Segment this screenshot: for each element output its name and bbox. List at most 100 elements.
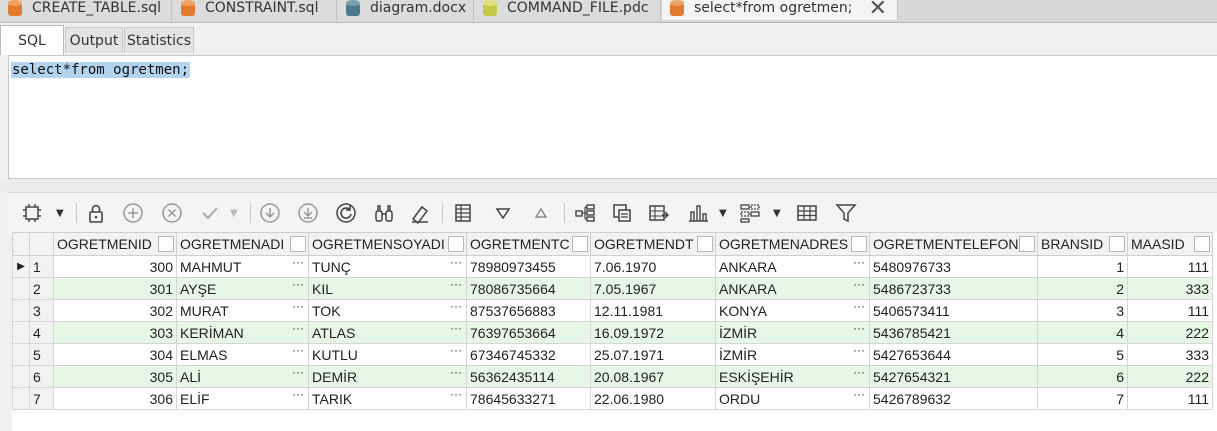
ellipsis-button[interactable]: ··· xyxy=(853,389,865,402)
table-cell[interactable]: ORDU ··· xyxy=(715,387,870,410)
table-cell[interactable]: ANKARA ··· xyxy=(715,255,870,278)
chevron-down-icon[interactable]: ▼ xyxy=(719,208,727,219)
chevron-down-icon[interactable]: ▼ xyxy=(230,208,238,219)
ellipsis-button[interactable]: ··· xyxy=(292,367,304,380)
column-filter-box[interactable] xyxy=(158,236,174,252)
column-filter-box[interactable] xyxy=(851,236,867,252)
table-icon[interactable] xyxy=(793,199,821,227)
lock-icon[interactable] xyxy=(82,199,110,227)
table-cell[interactable]: KONYA ··· xyxy=(715,299,870,322)
table-cell[interactable]: AYŞE ··· xyxy=(176,277,309,300)
column-filter-box[interactable] xyxy=(1109,236,1125,252)
tab-sql[interactable]: SQL xyxy=(0,25,64,55)
table-row[interactable]: 6 305 ALİ ··· DEMİR ··· 56362435114 20.08.1967 E… xyxy=(12,365,1213,388)
table-cell[interactable]: KIL ··· xyxy=(308,277,467,300)
col-header-ogretmenadres[interactable]: OGRETMENADRES xyxy=(715,232,870,256)
table-cell[interactable]: 1 xyxy=(1037,255,1128,278)
doc-tab-create-table[interactable]: CREATE_TABLE.sql xyxy=(0,0,172,20)
table-cell[interactable]: 4 xyxy=(1037,321,1128,344)
table-cell[interactable]: 301 xyxy=(53,277,177,300)
refresh-icon[interactable] xyxy=(332,199,360,227)
ellipsis-button[interactable]: ··· xyxy=(292,279,304,292)
ellipsis-button[interactable]: ··· xyxy=(292,345,304,358)
table-row[interactable]: ▶ 1 300 MAHMUT ··· TUNÇ ··· 78980973455 7.06.197… xyxy=(12,255,1213,278)
column-filter-box[interactable] xyxy=(448,236,464,252)
ellipsis-button[interactable]: ··· xyxy=(853,323,865,336)
record-view-icon[interactable] xyxy=(450,199,478,227)
ellipsis-button[interactable]: ··· xyxy=(853,279,865,292)
table-cell[interactable]: 78645633271 xyxy=(466,387,591,410)
table-cell[interactable]: 22.06.1980 xyxy=(590,387,716,410)
table-cell[interactable]: 5427654321 xyxy=(869,365,1038,388)
table-cell[interactable]: ANKARA ··· xyxy=(715,277,870,300)
ellipsis-button[interactable]: ··· xyxy=(853,257,865,270)
table-cell[interactable]: 5406573411 xyxy=(869,299,1038,322)
tree-view-icon[interactable] xyxy=(571,199,599,227)
table-cell[interactable]: 222 xyxy=(1127,365,1213,388)
table-cell[interactable]: 5436785421 xyxy=(869,321,1038,344)
table-cell[interactable]: 3 xyxy=(1037,299,1128,322)
table-cell[interactable]: 7.05.1967 xyxy=(590,277,716,300)
doc-tab-command-file[interactable]: COMMAND_FILE.pdc xyxy=(475,0,661,20)
col-header-ogretmentc[interactable]: OGRETMENTC xyxy=(466,232,591,256)
tab-statistics[interactable]: Statistics xyxy=(124,27,194,53)
col-header-ogretmensoyadi[interactable]: OGRETMENSOYADI xyxy=(308,232,467,256)
grid-layout-icon[interactable] xyxy=(736,199,764,227)
binoculars-icon[interactable] xyxy=(370,199,398,227)
ellipsis-button[interactable]: ··· xyxy=(450,301,462,314)
sql-editor[interactable]: select*from ogretmen; xyxy=(8,55,1217,179)
table-cell[interactable]: 5480976733 xyxy=(869,255,1038,278)
table-cell[interactable]: ALİ ··· xyxy=(176,365,309,388)
table-cell[interactable]: 222 xyxy=(1127,321,1213,344)
ellipsis-button[interactable]: ··· xyxy=(450,279,462,292)
sort-descending-icon[interactable] xyxy=(489,199,517,227)
doc-tab-diagram[interactable]: diagram.docx xyxy=(338,0,474,20)
table-cell[interactable]: 302 xyxy=(53,299,177,322)
chevron-down-icon[interactable]: ▼ xyxy=(56,208,64,219)
ellipsis-button[interactable]: ··· xyxy=(853,367,865,380)
sort-ascending-icon[interactable] xyxy=(527,199,555,227)
column-filter-box[interactable] xyxy=(1194,236,1210,252)
table-cell[interactable]: 5426789632 xyxy=(869,387,1038,410)
table-cell[interactable]: İZMİR ··· xyxy=(715,321,870,344)
grid-select-icon[interactable] xyxy=(18,199,46,227)
table-cell[interactable]: 2 xyxy=(1037,277,1128,300)
table-cell[interactable]: DEMİR ··· xyxy=(308,365,467,388)
table-cell[interactable]: KERİMAN ··· xyxy=(176,321,309,344)
ellipsis-button[interactable]: ··· xyxy=(853,345,865,358)
column-filter-box[interactable] xyxy=(1019,236,1035,252)
table-cell[interactable]: İZMİR ··· xyxy=(715,343,870,366)
ellipsis-button[interactable]: ··· xyxy=(292,301,304,314)
export-icon[interactable] xyxy=(645,199,673,227)
ellipsis-button[interactable]: ··· xyxy=(450,389,462,402)
column-filter-box[interactable] xyxy=(572,236,588,252)
post-changes-icon[interactable] xyxy=(196,199,224,227)
table-cell[interactable]: 25.07.1971 xyxy=(590,343,716,366)
filter-icon[interactable] xyxy=(832,199,860,227)
table-row[interactable]: 5 304 ELMAS ··· KUTLU ··· 67346745332 25.07.197… xyxy=(12,343,1213,366)
table-cell[interactable]: 56362435114 xyxy=(466,365,591,388)
ellipsis-button[interactable]: ··· xyxy=(450,257,462,270)
ellipsis-button[interactable]: ··· xyxy=(450,323,462,336)
doc-tab-constraint[interactable]: CONSTRAINT.sql xyxy=(173,0,337,20)
col-header-ogretmenid[interactable]: OGRETMENID xyxy=(53,232,177,256)
col-header-maasid[interactable]: MAASID xyxy=(1127,232,1213,256)
table-row[interactable]: 4 303 KERİMAN ··· ATLAS ··· 76397653664 16.09.1… xyxy=(12,321,1213,344)
table-cell[interactable]: TARIK ··· xyxy=(308,387,467,410)
table-cell[interactable]: 303 xyxy=(53,321,177,344)
close-icon[interactable]: ✕ xyxy=(869,0,887,21)
tab-output[interactable]: Output xyxy=(65,27,123,53)
table-cell[interactable]: KUTLU ··· xyxy=(308,343,467,366)
table-cell[interactable]: 333 xyxy=(1127,343,1213,366)
table-cell[interactable]: 5 xyxy=(1037,343,1128,366)
fetch-last-icon[interactable] xyxy=(294,199,322,227)
clear-icon[interactable] xyxy=(406,199,434,227)
table-cell[interactable]: ELMAS ··· xyxy=(176,343,309,366)
chevron-down-icon[interactable]: ▼ xyxy=(773,208,781,219)
table-cell[interactable]: 78086735664 xyxy=(466,277,591,300)
table-cell[interactable]: 7 xyxy=(1037,387,1128,410)
column-filter-box[interactable] xyxy=(697,236,713,252)
table-row[interactable]: 2 301 AYŞE ··· KIL ··· 78086735664 7.05.1967 ANK… xyxy=(12,277,1213,300)
table-cell[interactable]: 111 xyxy=(1127,255,1213,278)
table-cell[interactable]: 7.06.1970 xyxy=(590,255,716,278)
